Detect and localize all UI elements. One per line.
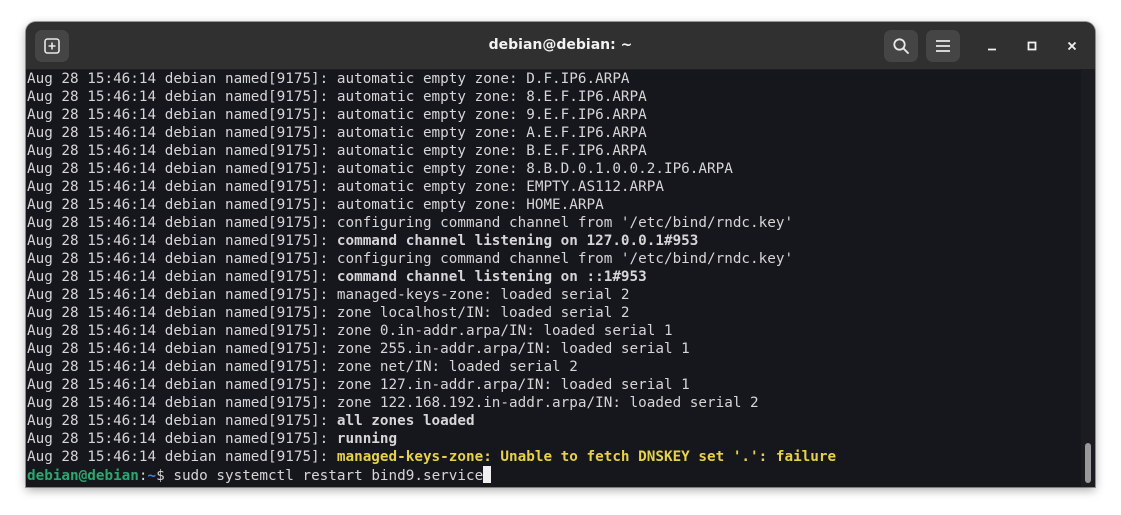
log-prefix: Aug 28 15:46:14 debian named[9175]: [27, 287, 337, 303]
log-prefix: Aug 28 15:46:14 debian named[9175]: [27, 449, 337, 465]
log-message: zone 255.in-addr.arpa/IN: loaded serial … [336, 341, 690, 357]
log-message: automatic empty zone: 9.E.F.IP6.ARPA [336, 107, 647, 123]
prompt-command: sudo systemctl restart bind9.service [173, 468, 484, 484]
log-prefix: Aug 28 15:46:14 debian named[9175]: [27, 215, 337, 231]
log-line: Aug 28 15:46:14 debian named[9175]: conf… [27, 214, 1077, 232]
log-message: configuring command channel from '/etc/b… [336, 251, 794, 267]
hamburger-menu-icon [936, 40, 950, 52]
terminal-output[interactable]: Aug 28 15:46:14 debian named[9175]: auto… [27, 70, 1077, 487]
log-line: Aug 28 15:46:14 debian named[9175]: zone… [27, 358, 1077, 376]
scrollbar-thumb[interactable] [1085, 443, 1091, 483]
log-prefix: Aug 28 15:46:14 debian named[9175]: [27, 269, 337, 285]
log-line: Aug 28 15:46:14 debian named[9175]: mana… [27, 448, 1077, 466]
log-line: Aug 28 15:46:14 debian named[9175]: auto… [27, 196, 1077, 214]
log-line: Aug 28 15:46:14 debian named[9175]: auto… [27, 178, 1077, 196]
log-prefix: Aug 28 15:46:14 debian named[9175]: [27, 251, 337, 267]
log-prefix: Aug 28 15:46:14 debian named[9175]: [27, 125, 337, 141]
prompt-user-host: debian@debian [27, 468, 139, 484]
log-message: zone 122.168.192.in-addr.arpa/IN: loaded… [336, 395, 759, 411]
log-line: Aug 28 15:46:14 debian named[9175]: mana… [27, 286, 1077, 304]
log-message: zone net/IN: loaded serial 2 [336, 359, 578, 375]
log-line: Aug 28 15:46:14 debian named[9175]: auto… [27, 70, 1077, 88]
log-prefix: Aug 28 15:46:14 debian named[9175]: [27, 161, 337, 177]
log-line: Aug 28 15:46:14 debian named[9175]: zone… [27, 340, 1077, 358]
prompt-path: ~ [147, 468, 157, 484]
log-prefix: Aug 28 15:46:14 debian named[9175]: [27, 431, 337, 447]
log-line: Aug 28 15:46:14 debian named[9175]: zone… [27, 304, 1077, 322]
log-message: automatic empty zone: EMPTY.AS112.ARPA [336, 179, 664, 195]
maximize-icon [1027, 41, 1037, 51]
log-prefix: Aug 28 15:46:14 debian named[9175]: [27, 305, 337, 321]
log-prefix: Aug 28 15:46:14 debian named[9175]: [27, 143, 337, 159]
minimize-button[interactable] [979, 33, 1005, 59]
log-message: automatic empty zone: B.E.F.IP6.ARPA [336, 143, 647, 159]
log-prefix: Aug 28 15:46:14 debian named[9175]: [27, 179, 337, 195]
log-message: automatic empty zone: HOME.ARPA [336, 197, 604, 213]
minimize-icon [988, 48, 996, 51]
log-line: Aug 28 15:46:14 debian named[9175]: zone… [27, 322, 1077, 340]
log-message: running [336, 431, 398, 447]
log-message: zone localhost/IN: loaded serial 2 [336, 305, 630, 321]
log-line: Aug 28 15:46:14 debian named[9175]: comm… [27, 232, 1077, 250]
log-prefix: Aug 28 15:46:14 debian named[9175]: [27, 107, 337, 123]
search-button[interactable] [884, 30, 918, 62]
log-line: Aug 28 15:46:14 debian named[9175]: auto… [27, 88, 1077, 106]
prompt-separator: : [138, 468, 148, 484]
log-message: automatic empty zone: 8.E.F.IP6.ARPA [336, 89, 647, 105]
log-line: Aug 28 15:46:14 debian named[9175]: zone… [27, 376, 1077, 394]
log-line: Aug 28 15:46:14 debian named[9175]: zone… [27, 394, 1077, 412]
log-message: command channel listening on ::1#953 [336, 269, 647, 285]
terminal-window: debian@debian: ~ Aug 28 15:46:14 debian … [26, 22, 1095, 487]
log-prefix: Aug 28 15:46:14 debian named[9175]: [27, 341, 337, 357]
log-line: Aug 28 15:46:14 debian named[9175]: auto… [27, 124, 1077, 142]
log-prefix: Aug 28 15:46:14 debian named[9175]: [27, 395, 337, 411]
log-line: Aug 28 15:46:14 debian named[9175]: conf… [27, 250, 1077, 268]
prompt-symbol: $ [156, 468, 174, 484]
log-line: Aug 28 15:46:14 debian named[9175]: comm… [27, 268, 1077, 286]
log-line: Aug 28 15:46:14 debian named[9175]: auto… [27, 142, 1077, 160]
log-prefix: Aug 28 15:46:14 debian named[9175]: [27, 323, 337, 339]
log-message: zone 127.in-addr.arpa/IN: loaded serial … [336, 377, 690, 393]
log-message: managed-keys-zone: Unable to fetch DNSKE… [336, 449, 837, 465]
log-line: Aug 28 15:46:14 debian named[9175]: all … [27, 412, 1077, 430]
main-menu-button[interactable] [926, 30, 960, 62]
log-prefix: Aug 28 15:46:14 debian named[9175]: [27, 197, 337, 213]
log-message: zone 0.in-addr.arpa/IN: loaded serial 1 [336, 323, 673, 339]
close-icon [1067, 41, 1077, 51]
log-prefix: Aug 28 15:46:14 debian named[9175]: [27, 89, 337, 105]
log-prefix: Aug 28 15:46:14 debian named[9175]: [27, 359, 337, 375]
log-prefix: Aug 28 15:46:14 debian named[9175]: [27, 71, 337, 87]
log-prefix: Aug 28 15:46:14 debian named[9175]: [27, 377, 337, 393]
log-message: automatic empty zone: 8.B.D.0.1.0.0.2.IP… [336, 161, 733, 177]
header-bar: debian@debian: ~ [26, 22, 1095, 70]
log-message: all zones loaded [336, 413, 475, 429]
log-message: managed-keys-zone: loaded serial 2 [336, 287, 630, 303]
text-cursor [483, 466, 492, 483]
maximize-button[interactable] [1019, 33, 1045, 59]
log-message: automatic empty zone: A.E.F.IP6.ARPA [336, 125, 647, 141]
log-prefix: Aug 28 15:46:14 debian named[9175]: [27, 233, 337, 249]
prompt-line[interactable]: debian@debian:~$ sudo systemctl restart … [27, 466, 1077, 484]
search-icon [893, 38, 909, 54]
close-button[interactable] [1059, 33, 1085, 59]
vertical-scrollbar[interactable] [1081, 70, 1095, 487]
log-line: Aug 28 15:46:14 debian named[9175]: auto… [27, 160, 1077, 178]
log-prefix: Aug 28 15:46:14 debian named[9175]: [27, 413, 337, 429]
log-message: configuring command channel from '/etc/b… [336, 215, 794, 231]
log-message: command channel listening on 127.0.0.1#9… [336, 233, 699, 249]
log-line: Aug 28 15:46:14 debian named[9175]: runn… [27, 430, 1077, 448]
log-line: Aug 28 15:46:14 debian named[9175]: auto… [27, 106, 1077, 124]
log-message: automatic empty zone: D.F.IP6.ARPA [336, 71, 630, 87]
